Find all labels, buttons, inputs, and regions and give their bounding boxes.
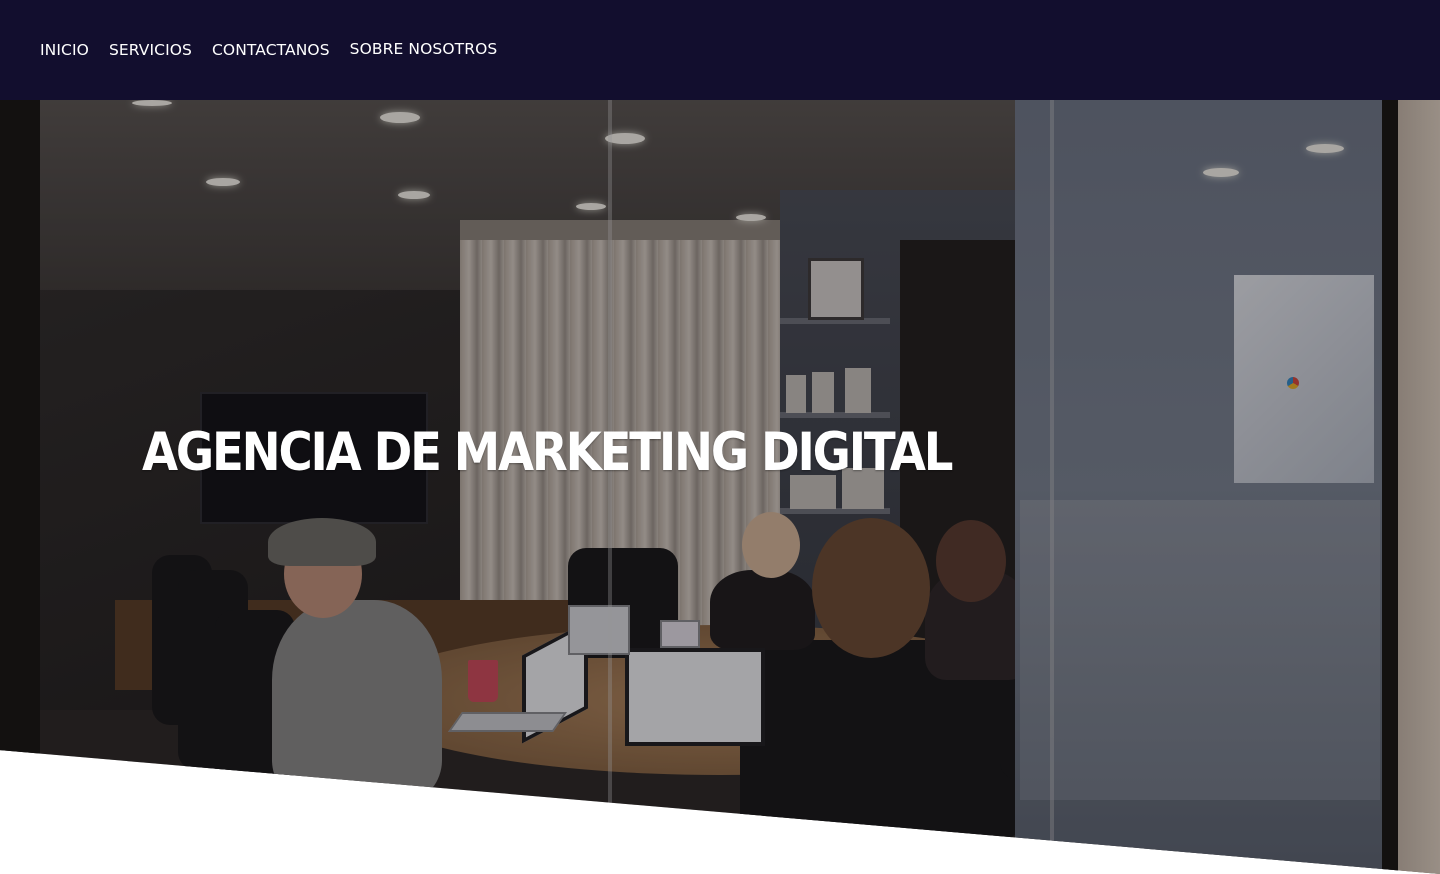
nav-item-servicios: SERVICIOS: [109, 40, 212, 60]
nav-item-sobre-nosotros: SOBRE NOSOTROS: [350, 40, 518, 60]
nav-link-inicio[interactable]: INICIO: [40, 40, 89, 60]
site-header: INICIO SERVICIOS CONTACTANOS SOBRE NOSOT…: [0, 0, 1440, 100]
nav-item-inicio: INICIO: [40, 40, 109, 60]
nav-link-servicios[interactable]: SERVICIOS: [109, 40, 192, 60]
nav-link-sobre-nosotros[interactable]: SOBRE NOSOTROS: [350, 39, 498, 59]
hero-section: AGENCIA DE MARKETING DIGITAL: [0, 100, 1440, 874]
hero-title: AGENCIA DE MARKETING DIGITAL: [142, 422, 953, 483]
nav-item-contactanos: CONTACTANOS: [212, 40, 350, 60]
nav-list: INICIO SERVICIOS CONTACTANOS SOBRE NOSOT…: [40, 40, 517, 60]
nav-link-contactanos[interactable]: CONTACTANOS: [212, 40, 330, 60]
